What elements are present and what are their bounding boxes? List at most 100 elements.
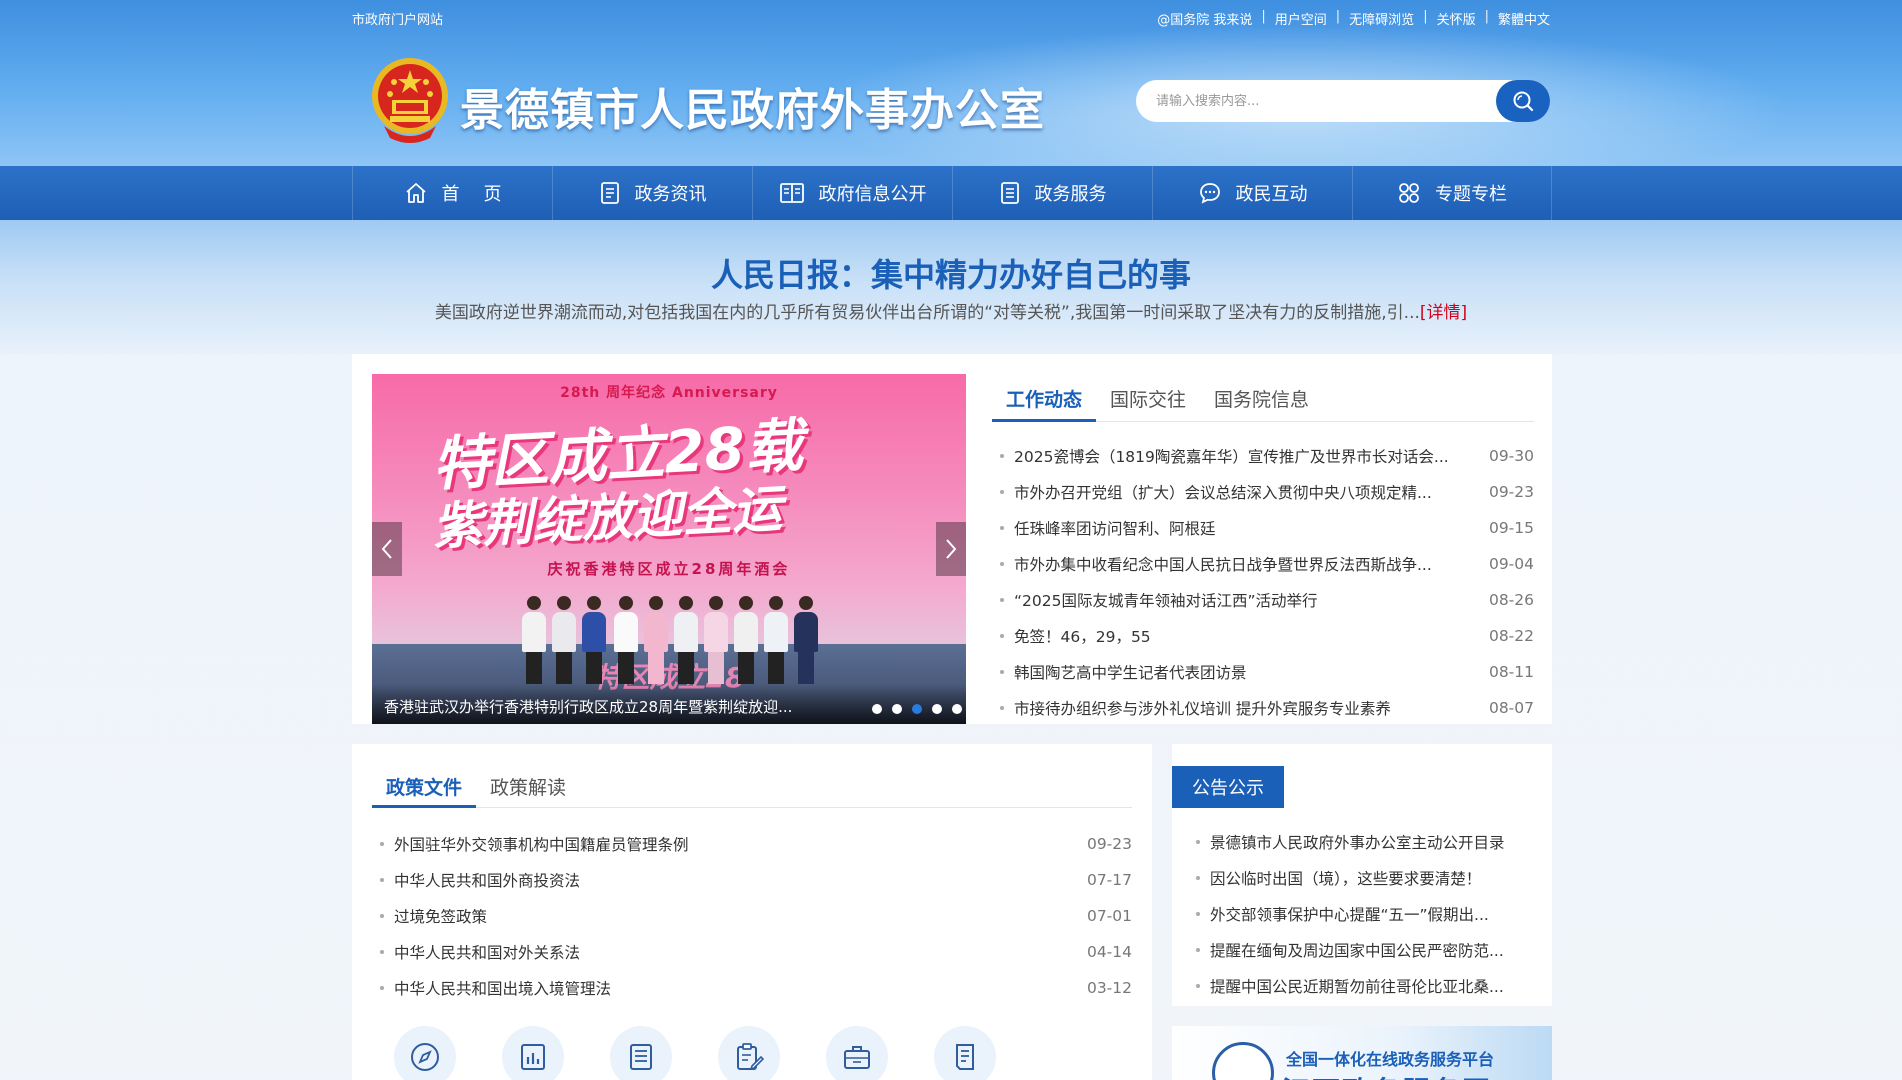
list-item[interactable]: 中华人民共和国外商投资法 07-17	[380, 862, 1132, 898]
clipboard-edit-icon	[737, 1043, 765, 1071]
nav-label: 政民互动	[1235, 184, 1308, 205]
headline-title[interactable]: 人民日报：集中精力办好自己的事	[0, 250, 1902, 296]
image-slider[interactable]: 28th 周年纪念 Anniversary 特区成立28载 紫荆绽放迎全运 庆祝…	[372, 374, 966, 724]
weibo-feedback-link[interactable]: @国务院 我来说	[1157, 9, 1252, 28]
banner-line2: 江西政务服务网	[1282, 1070, 1492, 1080]
top-links: @国务院 我来说 | 用户空间 | 无障碍浏览 | 关怀版 | 繁體中文	[1157, 9, 1550, 28]
slider-dot[interactable]	[912, 704, 922, 714]
slider-dot[interactable]	[932, 704, 942, 714]
nav-label: 首页	[441, 184, 526, 205]
slider-dots	[862, 704, 962, 714]
portal-link[interactable]: 市政府门户网站	[352, 9, 443, 28]
service-list-button[interactable]	[610, 1026, 672, 1080]
list-item[interactable]: “2025国际友城青年领袖对话江西”活动举行 08-26	[1000, 582, 1534, 618]
list-item[interactable]: 提醒中国公民近期暂勿前往哥伦比亚北桑...	[1196, 968, 1536, 1004]
headline-desc: 美国政府逆世界潮流而动,对包括我国在内的几乎所有贸易伙伴出台所谓的“对等关税”,…	[0, 298, 1902, 323]
nav-home[interactable]: 首页	[352, 166, 552, 220]
list-item-title: 因公临时出国（境），这些要求要清楚！	[1196, 867, 1481, 889]
slider-dot[interactable]	[892, 704, 902, 714]
search-input[interactable]	[1136, 80, 1550, 122]
nav-government-news[interactable]: 政务资讯	[552, 166, 752, 220]
slider-next-button[interactable]	[936, 522, 966, 576]
service-compass-button[interactable]	[394, 1026, 456, 1080]
nav-info-disclosure[interactable]: 政府信息公开	[752, 166, 952, 220]
list-item-date: 08-26	[1488, 591, 1534, 609]
list-item-date: 04-14	[1086, 943, 1132, 961]
slider-dot[interactable]	[872, 704, 882, 714]
list-item-title: 景德镇市人民政府外事办公室主动公开目录	[1196, 831, 1505, 853]
list-item[interactable]: 中华人民共和国出境入境管理法 03-12	[380, 970, 1132, 1006]
tab-work-updates[interactable]: 工作动态	[992, 376, 1097, 422]
elder-care-link[interactable]: 关怀版	[1437, 9, 1476, 28]
list-item[interactable]: 因公临时出国（境），这些要求要清楚！	[1196, 860, 1536, 896]
list-item[interactable]: 2025瓷博会（1819陶瓷嘉年华）宣传推广及世界市长对话会... 09-30	[1000, 438, 1534, 474]
list-item-date: 07-01	[1086, 907, 1132, 925]
slide-anniversary-mark: 28th 周年纪念 Anniversary	[560, 385, 778, 401]
user-space-link[interactable]: 用户空间	[1275, 9, 1327, 28]
slide-caption[interactable]: 香港驻武汉办举行香港特别行政区成立28周年暨紫荆绽放迎...	[384, 696, 792, 717]
nav-special-topics[interactable]: 专题专栏	[1352, 166, 1552, 220]
list-item-title: 中华人民共和国对外关系法	[380, 941, 580, 963]
chevron-right-icon	[946, 539, 957, 559]
list-item[interactable]: 市外办召开党组（扩大）会议总结深入贯彻中央八项规定精... 09-23	[1000, 474, 1534, 510]
list-item[interactable]: 过境免签政策 07-01	[380, 898, 1132, 934]
nav-public-interaction[interactable]: 政民互动	[1152, 166, 1352, 220]
service-document-button[interactable]	[934, 1026, 996, 1080]
list-item[interactable]: 中华人民共和国对外关系法 04-14	[380, 934, 1132, 970]
list-item[interactable]: 外国驻华外交领事机构中国籍雇员管理条例 09-23	[380, 826, 1132, 862]
slider-prev-button[interactable]	[372, 522, 402, 576]
list-item-title: 中华人民共和国外商投资法	[380, 869, 580, 891]
tab-policy-documents[interactable]: 政策文件	[372, 766, 477, 808]
tab-state-council-info[interactable]: 国务院信息	[1200, 376, 1323, 421]
book-icon	[779, 183, 804, 203]
list-item[interactable]: 任珠峰率团访问智利、阿根廷 09-15	[1000, 510, 1534, 546]
nav-label: 专题专栏	[1435, 184, 1507, 205]
service-statistics-button[interactable]	[502, 1026, 564, 1080]
list-item-title: 外交部领事保护中心提醒“五一”假期出...	[1196, 903, 1489, 925]
policy-tabs: 政策文件 政策解读	[372, 766, 1132, 808]
headline-desc-text: 美国政府逆世界潮流而动,对包括我国在内的几乎所有贸易伙伴出台所谓的“对等关税”,…	[434, 303, 1420, 323]
list-item[interactable]: 韩国陶艺高中学生记者代表团访景 08-11	[1000, 654, 1534, 690]
nav-government-services[interactable]: 政务服务	[952, 166, 1152, 220]
nav-label: 政务服务	[1034, 184, 1107, 205]
list-item-title: 中华人民共和国出境入境管理法	[380, 977, 611, 999]
slider-dot[interactable]	[952, 704, 962, 714]
list-item-date: 09-15	[1488, 519, 1534, 537]
home-icon	[405, 183, 426, 203]
notice-panel: 公告公示 景德镇市人民政府外事办公室主动公开目录 因公临时出国（境），这些要求要清…	[1172, 744, 1552, 1006]
list-item-title: 免签！46，29，55	[1000, 625, 1151, 647]
national-emblem-logo[interactable]	[370, 56, 450, 144]
nav-label: 政府信息公开	[818, 184, 927, 205]
slide-caption-bar: 香港驻武汉办举行香港特别行政区成立28周年暨紫荆绽放迎...	[372, 684, 966, 724]
site-header: 市政府门户网站 @国务院 我来说 | 用户空间 | 无障碍浏览 | 关怀版 | 繁體中文…	[0, 0, 1902, 166]
document-icon	[956, 1044, 974, 1070]
list-item-title: 市外办召开党组（扩大）会议总结深入贯彻中央八项规定精...	[1000, 481, 1432, 503]
accessibility-link[interactable]: 无障碍浏览	[1349, 9, 1414, 28]
search-box	[1136, 80, 1550, 122]
search-button[interactable]	[1496, 80, 1550, 122]
featured-panel: 28th 周年纪念 Anniversary 特区成立28载 紫荆绽放迎全运 庆祝…	[352, 354, 1552, 724]
tab-announcements[interactable]: 公告公示	[1172, 766, 1284, 808]
list-item-title: 提醒在缅甸及周边国家中国公民严密防范...	[1196, 939, 1504, 961]
list-item[interactable]: 景德镇市人民政府外事办公室主动公开目录	[1196, 824, 1536, 860]
document-icon	[600, 182, 619, 204]
news-tabs: 工作动态 国际交往 国务院信息	[992, 376, 1534, 422]
online-service-banner[interactable]: 全国一体化在线政务服务平台 江西政务服务网	[1172, 1026, 1552, 1080]
traditional-chinese-link[interactable]: 繁體中文	[1498, 9, 1550, 28]
list-item[interactable]: 提醒在缅甸及周边国家中国公民严密防范...	[1196, 932, 1536, 968]
news-list: 2025瓷博会（1819陶瓷嘉年华）宣传推广及世界市长对话会... 09-30 市外…	[1000, 438, 1534, 726]
list-item[interactable]: 市接待办组织参与涉外礼仪培训 提升外宾服务专业素养 08-07	[1000, 690, 1534, 726]
service-form-button[interactable]	[718, 1026, 780, 1080]
headline-detail-link[interactable]: [详情]	[1420, 303, 1467, 323]
chevron-left-icon	[381, 539, 392, 559]
nav-label: 政务资讯	[634, 184, 707, 205]
tab-international-exchange[interactable]: 国际交往	[1096, 376, 1200, 421]
site-title: 景德镇市人民政府外事办公室	[460, 85, 1045, 136]
list-item[interactable]: 市外办集中收看纪念中国人民抗日战争暨世界反法西斯战争... 09-04	[1000, 546, 1534, 582]
list-icon	[630, 1044, 652, 1070]
tab-policy-interpretation[interactable]: 政策解读	[476, 766, 580, 807]
service-business-button[interactable]	[826, 1026, 888, 1080]
list-item[interactable]: 免签！46，29，55 08-22	[1000, 618, 1534, 654]
list-item-title: 过境免签政策	[380, 905, 487, 927]
list-item[interactable]: 外交部领事保护中心提醒“五一”假期出...	[1196, 896, 1536, 932]
